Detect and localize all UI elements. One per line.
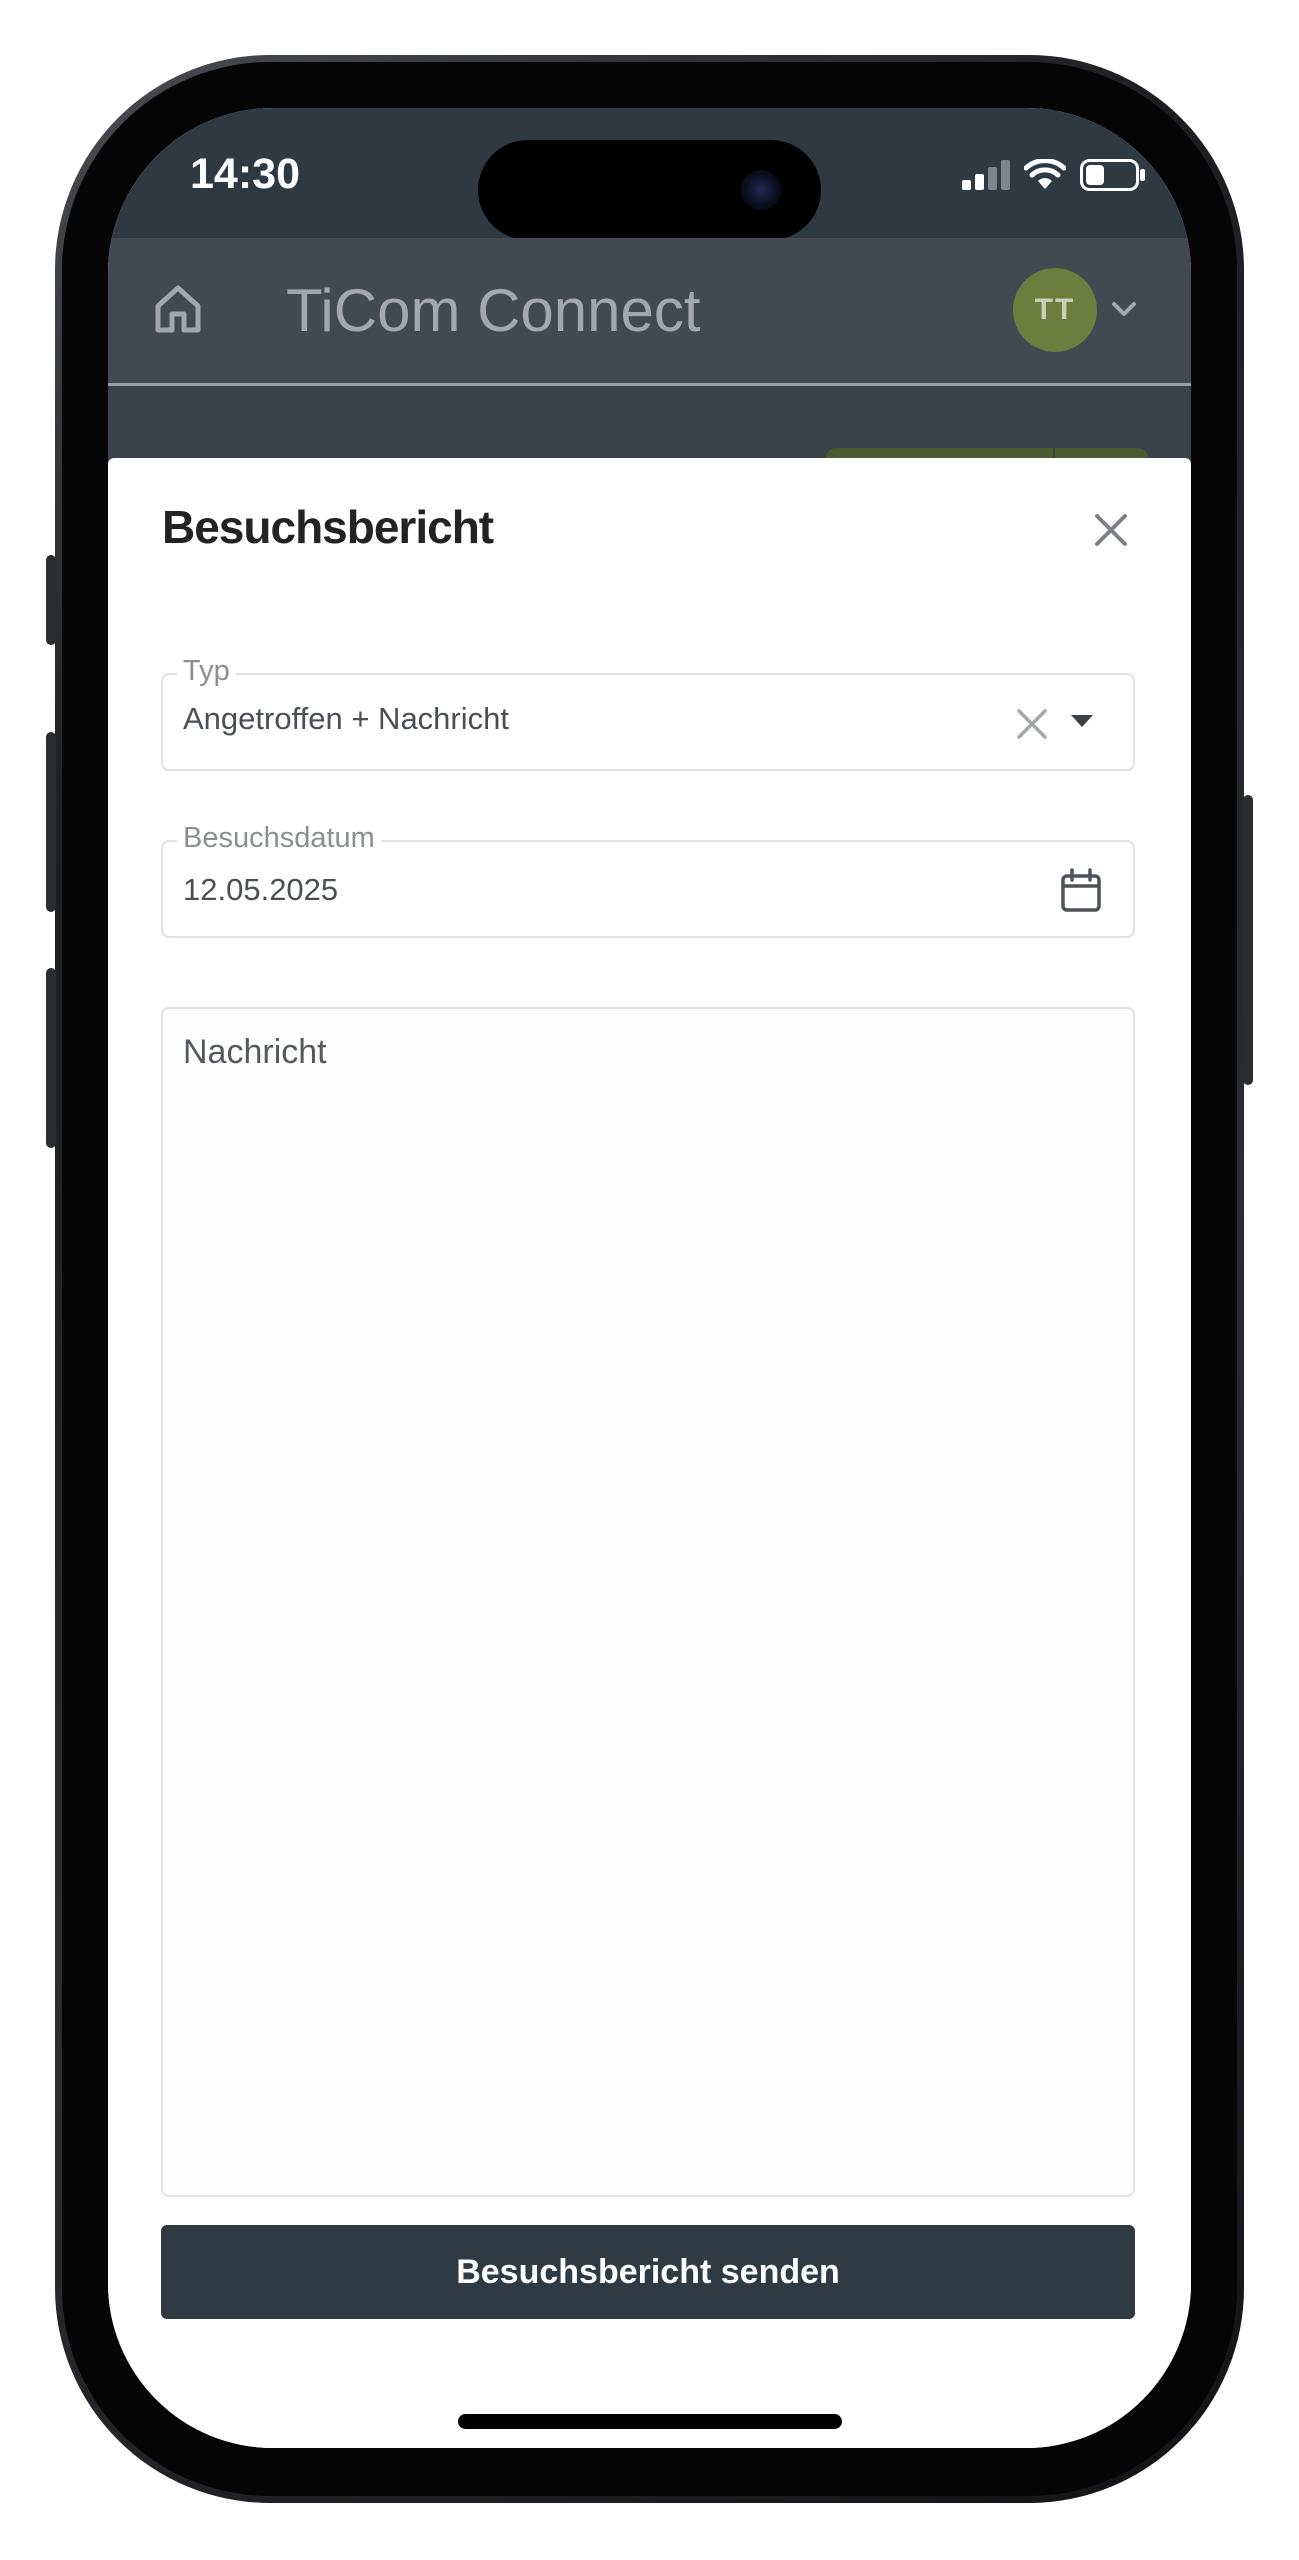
calendar-icon[interactable] [1059, 868, 1103, 914]
phone-screen: 14:30 TiCom Connect TT Besuchsbericht Ty… [108, 108, 1191, 2448]
visit-report-modal: Besuchsbericht Typ Angetroffen + Nachric… [108, 458, 1191, 2448]
visit-date-value: 12.05.2025 [183, 872, 339, 907]
visit-date-label: Besuchsdatum [177, 822, 381, 855]
home-icon[interactable] [148, 278, 208, 338]
home-indicator[interactable] [458, 2414, 842, 2429]
clear-icon[interactable] [1013, 705, 1051, 743]
app-title: TiCom Connect [286, 277, 701, 344]
dropdown-arrow-icon[interactable] [1071, 715, 1093, 729]
mute-switch [46, 555, 56, 645]
dynamic-island [478, 140, 821, 240]
status-icons [962, 158, 1146, 192]
volume-up-button [46, 732, 56, 912]
message-textarea[interactable]: Nachricht [161, 1007, 1135, 2197]
power-button [1243, 795, 1253, 1085]
volume-down-button [46, 968, 56, 1148]
app-body-dimmed [108, 386, 1191, 478]
app-header: TiCom Connect TT [108, 238, 1191, 386]
modal-title: Besuchsbericht [162, 501, 494, 553]
status-time: 14:30 [190, 150, 300, 198]
chevron-down-icon[interactable] [1108, 293, 1140, 325]
close-icon[interactable] [1089, 508, 1133, 552]
cellular-signal-icon [962, 160, 1010, 190]
type-select[interactable]: Typ Angetroffen + Nachricht [161, 655, 1135, 771]
visit-date-field[interactable]: Besuchsdatum 12.05.2025 [161, 822, 1135, 938]
status-bar: 14:30 [108, 108, 1191, 240]
battery-icon [1080, 159, 1145, 191]
message-placeholder: Nachricht [183, 1033, 327, 1071]
front-camera [741, 170, 781, 210]
wifi-icon [1024, 159, 1066, 189]
avatar[interactable]: TT [1013, 268, 1097, 352]
type-value: Angetroffen + Nachricht [183, 701, 509, 736]
type-label: Typ [177, 655, 236, 688]
send-visit-report-button[interactable]: Besuchsbericht senden [161, 2225, 1135, 2319]
